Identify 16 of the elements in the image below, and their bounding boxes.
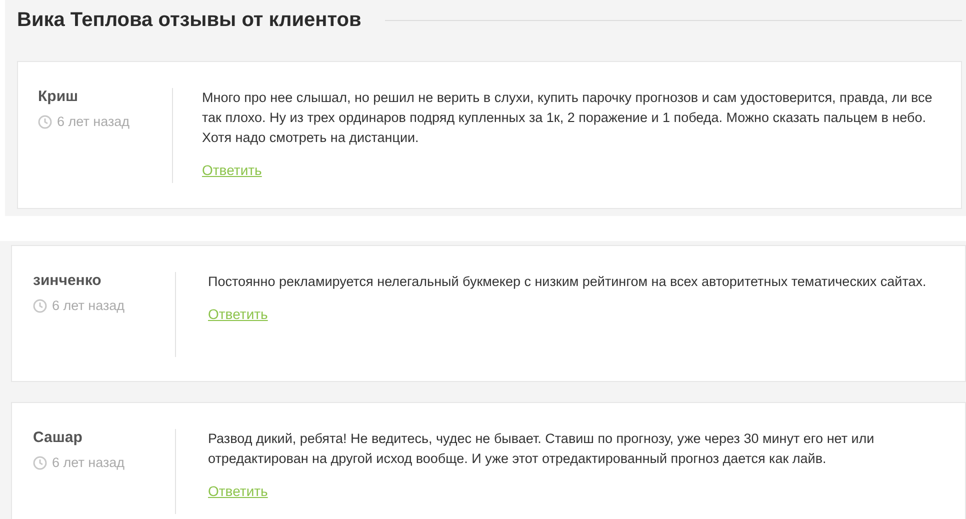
- author-name: Криш: [38, 88, 80, 105]
- reply-link[interactable]: Ответить: [202, 162, 262, 178]
- clock-icon: [33, 298, 47, 312]
- review-text: Много про нее слышал, но решил не верить в слухи, купить парочку прогнозов и сам удостоверится, правда, ли все так плохо. Ну из трех ординаров подряд купленных за 1к, 2 поражение и 1 победа. Можно сказать пальцем в небо. Хотя надо смотреть на дистанции.: [202, 89, 934, 147]
- review-time: 6 лет назад: [52, 298, 125, 313]
- review-time: 6 лет назад: [52, 455, 125, 470]
- section-title: Вика Теплова отзывы от клиентов: [17, 8, 362, 32]
- author-name: зинченко: [33, 272, 102, 289]
- clock-icon: [33, 456, 47, 470]
- clock-icon: [38, 114, 52, 128]
- review-text: Постоянно рекламируется нелегальный букмекер с низким рейтингом на всех авторитетных тематических сайтах.: [208, 273, 928, 291]
- author-name: Сашар: [33, 429, 84, 446]
- reply-link[interactable]: Ответить: [208, 306, 268, 322]
- review-time: 6 лет назад: [57, 114, 130, 129]
- review-text: Развод дикий, ребята! Не ведитесь, чудес не бывает. Ставиш по прогнозу, уже через 30 минут его нет или отредактирован на другой исход вообще. И уже этот отредактированный прогноз дается как лайв.: [208, 430, 876, 468]
- reply-link[interactable]: Ответить: [208, 483, 268, 499]
